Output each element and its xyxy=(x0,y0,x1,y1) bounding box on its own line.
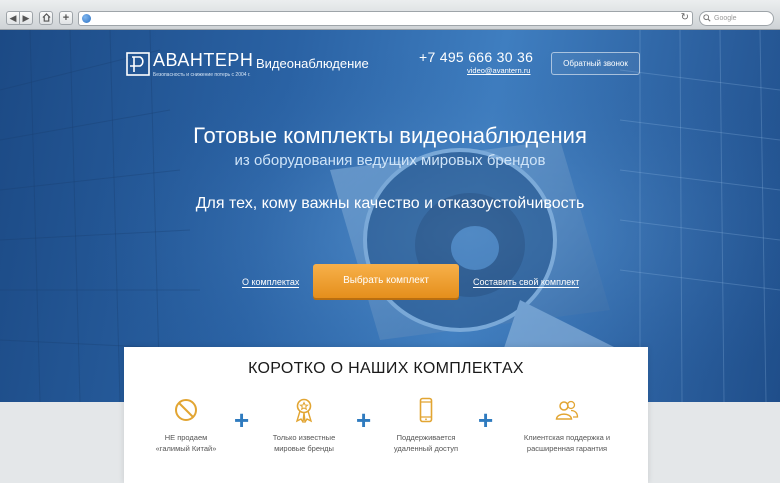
plus-separator: + xyxy=(356,405,372,435)
hero-tagline: Для тех, кому важны качество и отказоуст… xyxy=(195,195,585,212)
feature-text: Только известные мировые бренды xyxy=(272,433,336,453)
phone-number[interactable]: +7 495 666 30 36 xyxy=(419,49,533,65)
search-input[interactable]: Google xyxy=(699,11,774,26)
address-bar[interactable]: ↻ xyxy=(78,11,693,26)
plus-icon: + xyxy=(62,12,70,24)
smartphone-icon xyxy=(419,397,433,423)
hero-subtitle: из оборудования ведущих мировых брендов xyxy=(234,152,546,169)
logo-mark-icon xyxy=(126,52,150,76)
service-title: Видеонаблюдение xyxy=(256,56,369,71)
search-placeholder: Google xyxy=(714,15,737,22)
back-button[interactable]: ◀ xyxy=(6,11,20,25)
choose-kit-button[interactable]: Выбрать комплект xyxy=(313,264,459,298)
reload-icon[interactable]: ↻ xyxy=(681,12,689,23)
home-button[interactable] xyxy=(39,11,53,25)
feature-text: НЕ продаем «галимый Китай» xyxy=(155,433,217,453)
feature-text: Клиентская поддержка и расширенная гаран… xyxy=(523,433,611,453)
email-link[interactable]: video@avantern.ru xyxy=(467,66,530,75)
plus-separator: + xyxy=(478,405,494,435)
chevron-left-icon: ◀ xyxy=(9,13,17,23)
features-title: КОРОТКО О НАШИХ КОМПЛЕКТАХ xyxy=(248,360,524,377)
about-kits-link[interactable]: О комплектах xyxy=(242,277,300,288)
hero-title: Готовые комплекты видеонаблюдения xyxy=(193,123,587,148)
plus-separator: + xyxy=(234,405,250,435)
callback-button[interactable]: Обратный звонок xyxy=(551,52,640,75)
logo-name: АВАНТЕРН xyxy=(153,50,254,70)
browser-toolbar: ◀ ▶ + ↻ Google xyxy=(0,0,780,30)
new-tab-button[interactable]: + xyxy=(59,11,73,25)
users-icon xyxy=(555,400,579,420)
chevron-right-icon: ▶ xyxy=(22,13,30,23)
features-card: КОРОТКО О НАШИХ КОМПЛЕКТАХ НЕ продаем «г… xyxy=(124,347,648,483)
globe-icon xyxy=(82,14,91,23)
logo[interactable]: АВАНТЕРН Безопасность и снижение потерь … xyxy=(126,50,253,84)
feature-item: Только известные мировые бренды xyxy=(249,397,359,454)
feature-item: НЕ продаем «галимый Китай» xyxy=(131,397,241,454)
award-ribbon-icon xyxy=(295,398,313,423)
logo-tagline: Безопасность и снижение потерь с 2004 г. xyxy=(153,72,251,78)
forward-button[interactable]: ▶ xyxy=(19,11,33,25)
search-icon xyxy=(703,14,711,22)
feature-item: Поддерживается удаленный доступ xyxy=(371,397,481,454)
feature-text: Поддерживается удаленный доступ xyxy=(393,433,459,453)
no-sign-icon xyxy=(175,399,197,421)
feature-item: Клиентская поддержка и расширенная гаран… xyxy=(502,397,632,454)
custom-kit-link[interactable]: Составить свой комплект xyxy=(473,277,580,288)
home-icon xyxy=(41,13,51,22)
